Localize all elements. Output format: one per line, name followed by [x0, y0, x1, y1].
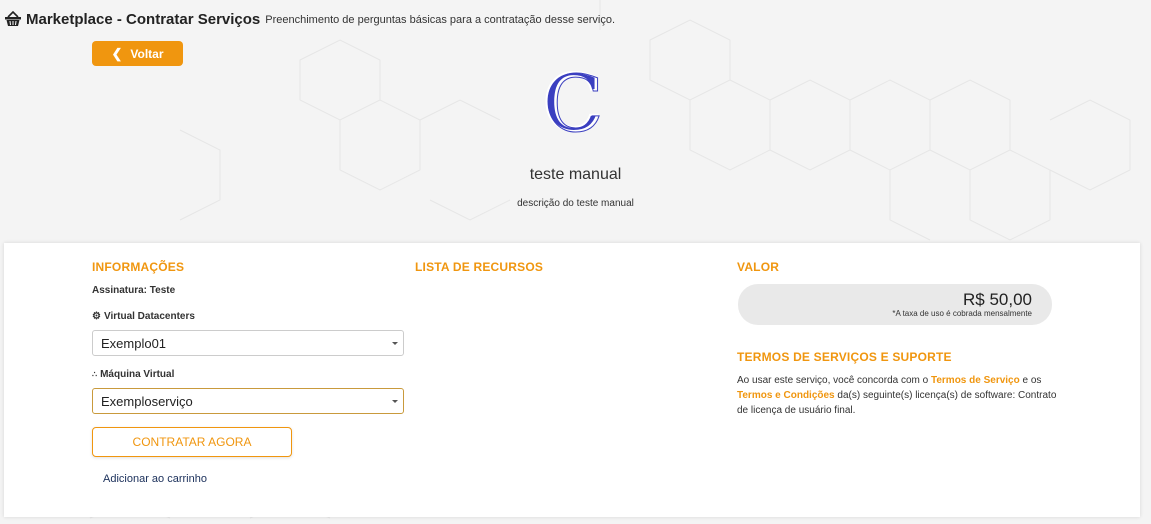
datacenter-select[interactable]: Exemplo01	[92, 330, 404, 356]
service-logo: C C	[541, 64, 604, 140]
basket-icon	[5, 11, 21, 26]
terms-and-conditions-link[interactable]: Termos e Condições	[737, 390, 835, 401]
info-section-title: INFORMAÇÕES	[92, 260, 185, 274]
page-title: Marketplace - Contratar Serviços	[26, 10, 261, 28]
contract-panel: INFORMAÇÕES LISTA DE RECURSOS VALOR Assi…	[4, 243, 1140, 517]
terms-section-title: TERMOS DE SERVIÇOS E SUPORTE	[737, 350, 952, 364]
datacenter-label: ⚙ Virtual Datacenters	[92, 311, 195, 322]
chevron-left-icon: ❮	[111, 45, 123, 61]
datacenter-select-value: Exemplo01	[101, 335, 167, 351]
feed-icon: ∴	[92, 370, 98, 379]
caret-down-icon	[392, 400, 398, 403]
terms-of-service-link[interactable]: Termos de Serviço	[931, 375, 1020, 386]
price-value: R$ 50,00	[963, 290, 1032, 309]
vm-label: ∴ Máquina Virtual	[92, 369, 174, 380]
terms-text: Ao usar este serviço, você concorda com …	[737, 373, 1057, 418]
service-description: descrição do teste manual	[517, 198, 634, 209]
subscription-label: Assinatura: Teste	[92, 285, 176, 296]
datacenter-label-text: Virtual Datacenters	[103, 311, 195, 322]
page-header: Marketplace - Contratar Serviços Preench…	[4, 8, 615, 30]
vm-label-text: Máquina Virtual	[100, 369, 175, 380]
back-button-label: Voltar	[130, 46, 164, 61]
page-subtitle: Preenchimento de perguntas básicas para …	[265, 14, 616, 26]
back-button[interactable]: ❮ Voltar	[92, 41, 183, 66]
terms-text-part: Ao usar este serviço, você concorda com …	[737, 375, 931, 386]
value-section-title: VALOR	[737, 260, 780, 274]
price-box: R$ 50,00 *A taxa de uso é cobrada mensal…	[738, 284, 1052, 325]
add-to-cart-link[interactable]: Adicionar ao carrinho	[103, 473, 207, 485]
contract-now-button[interactable]: CONTRATAR AGORA	[92, 427, 292, 457]
resources-section-title: LISTA DE RECURSOS	[415, 260, 544, 274]
vm-select-value: Exemploserviço	[101, 393, 193, 409]
price-note: *A taxa de uso é cobrada mensalmente	[892, 309, 1032, 318]
terms-text-part: e os	[1019, 375, 1042, 386]
caret-down-icon	[392, 342, 398, 345]
service-logo-letter-outline: C	[544, 64, 604, 140]
service-name: teste manual	[529, 166, 622, 183]
vm-select[interactable]: Exemploserviço	[92, 388, 404, 414]
sitemap-icon: ⚙	[92, 311, 101, 322]
